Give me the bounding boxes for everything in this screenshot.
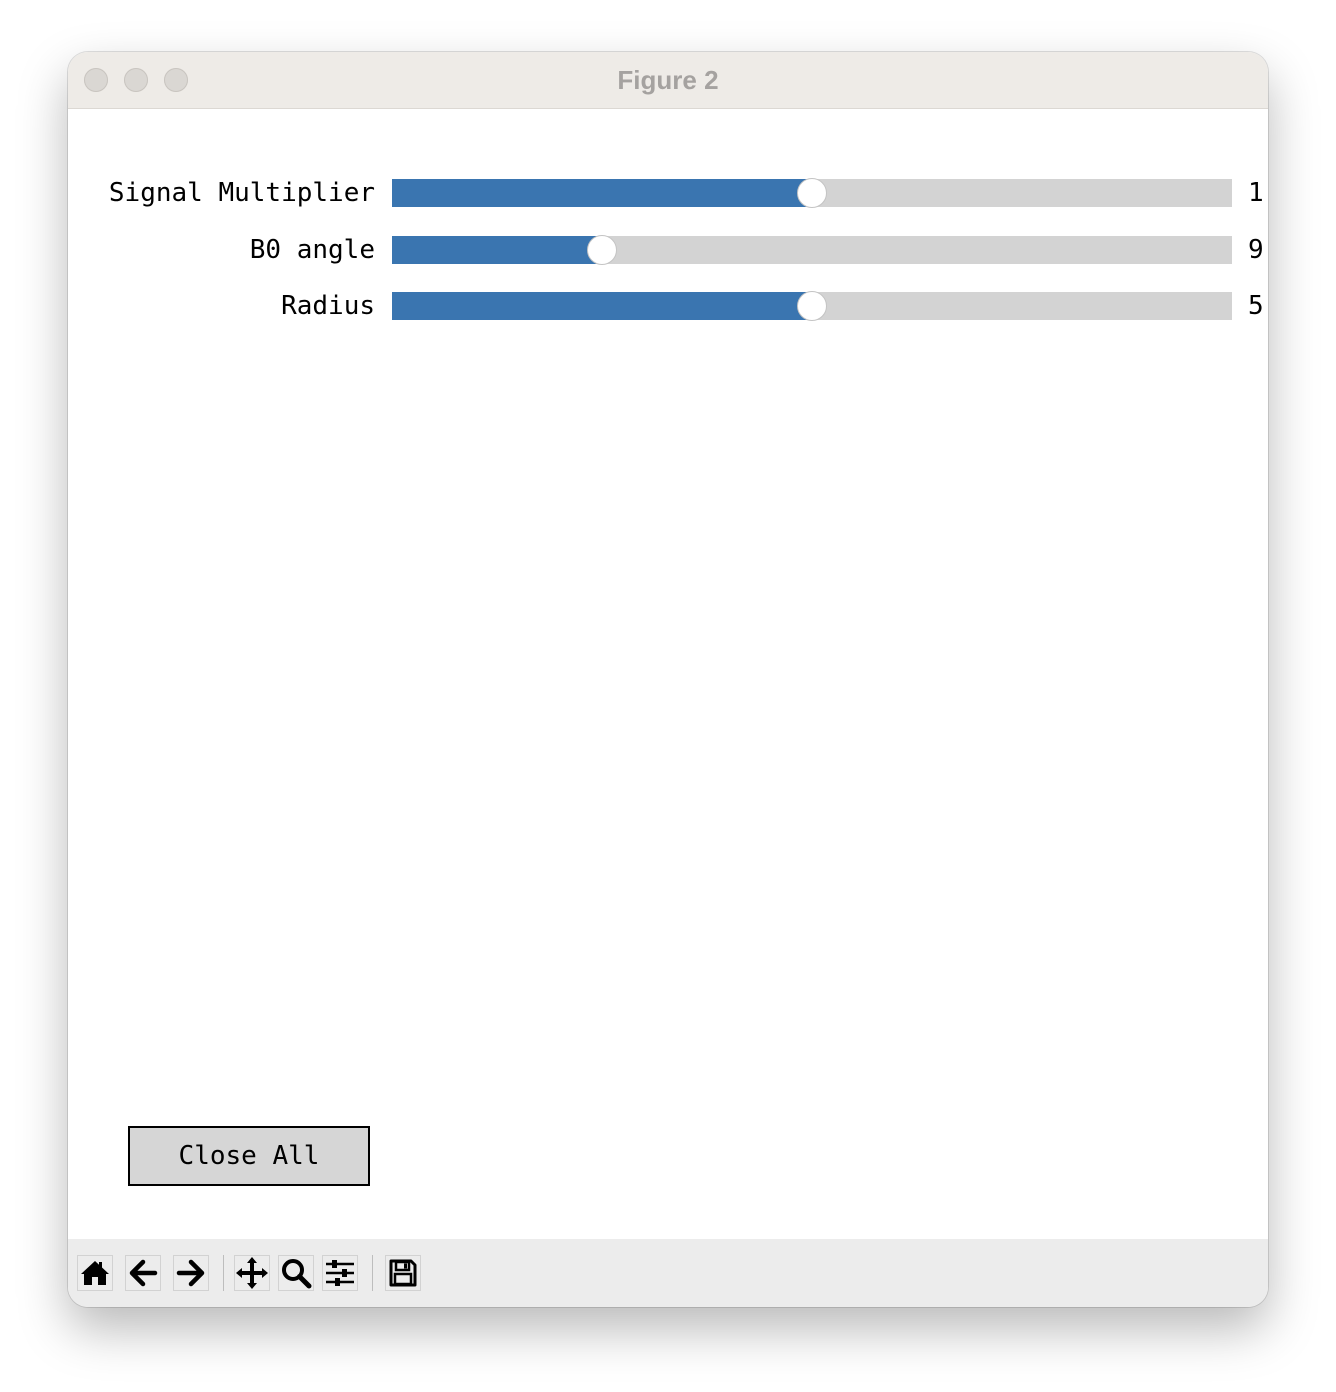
slider-handle[interactable] [797,291,827,321]
forward-button[interactable] [173,1255,209,1291]
slider-label: Radius [281,291,375,321]
slider-row-b0-angle: B0 angle 9 [68,234,1268,266]
radius-slider[interactable] [392,291,1232,321]
slider-row-signal-multiplier: Signal Multiplier 1 [68,177,1268,209]
slider-handle[interactable] [797,178,827,208]
pan-icon [236,1257,268,1289]
pan-button[interactable] [234,1255,270,1291]
home-button[interactable] [77,1255,113,1291]
toolbar-separator [372,1255,373,1291]
navigation-toolbar [68,1239,1268,1307]
figure-window: Figure 2 Signal Multiplier 1 B0 angle 9 … [68,52,1268,1307]
configure-subplots-icon [324,1258,356,1288]
slider-row-radius: Radius 5 [68,290,1268,322]
signal-multiplier-slider[interactable] [392,178,1232,208]
slider-label: B0 angle [249,235,375,265]
zoom-icon [280,1257,312,1289]
back-button[interactable] [125,1255,161,1291]
slider-fill [392,292,812,320]
b0-angle-slider[interactable] [392,235,1232,265]
save-icon [388,1258,418,1288]
toolbar-separator [223,1255,224,1291]
figure-canvas: Signal Multiplier 1 B0 angle 9 Radius 5 … [68,109,1268,1239]
home-icon [80,1259,110,1287]
forward-arrow-icon [176,1259,206,1287]
title-bar[interactable]: Figure 2 [68,52,1268,109]
back-arrow-icon [128,1259,158,1287]
save-button[interactable] [385,1255,421,1291]
window-title: Figure 2 [617,65,719,95]
slider-value: 1 [1248,178,1264,208]
configure-subplots-button[interactable] [322,1255,358,1291]
slider-value: 9 [1248,235,1264,265]
slider-fill [392,179,812,207]
slider-label: Signal Multiplier [108,178,375,208]
close-all-button[interactable]: Close All [128,1126,370,1186]
slider-fill [392,236,602,264]
slider-handle[interactable] [587,235,617,265]
slider-value: 5 [1248,291,1264,321]
zoom-button[interactable] [278,1255,314,1291]
